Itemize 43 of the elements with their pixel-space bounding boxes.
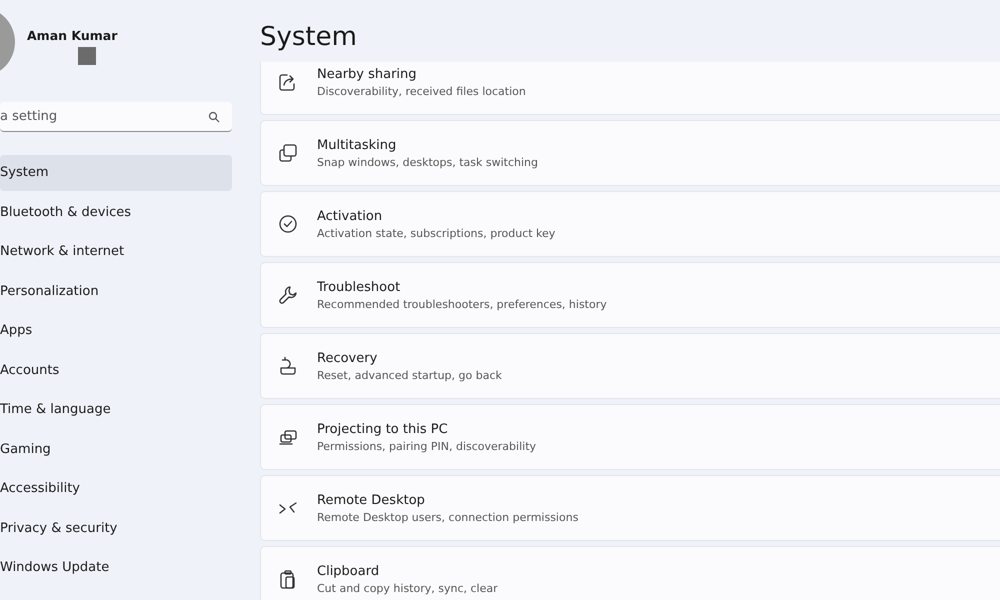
nav-item[interactable]: Time & language xyxy=(0,392,232,428)
setting-title: Remote Desktop xyxy=(317,492,426,508)
settings-card[interactable]: Remote Desktop Remote Desktop users, connection permissions xyxy=(260,475,1000,541)
setting-description: Reset, advanced startup, go back xyxy=(317,368,502,382)
nav-item[interactable]: Accessibility xyxy=(0,471,232,506)
search-icon xyxy=(208,111,220,123)
setting-description: Recommended troubleshooters, preferences, history xyxy=(317,298,607,310)
nav-item[interactable]: Privacy & security xyxy=(0,510,232,546)
setting-title: Multitasking xyxy=(317,138,398,152)
setting-description: Discoverability, received files location xyxy=(317,84,526,98)
nav-item[interactable]: Windows Update xyxy=(0,550,232,586)
setting-title: Activation xyxy=(317,208,384,224)
setting-description: Remote Desktop users, connection permissions xyxy=(317,510,578,524)
settings-card[interactable]: Clipboard Cut and copy history, sync, clear xyxy=(260,546,1000,600)
overlapping-windows-icon xyxy=(277,142,299,164)
settings-card[interactable]: Multitasking Snap windows, desktops, task switching xyxy=(260,120,1000,186)
settings-card[interactable]: Activation Activation state, subscriptions, product key xyxy=(260,191,1000,257)
nav-item[interactable]: Gaming xyxy=(0,432,232,467)
setting-title: Nearby sharing xyxy=(317,66,418,82)
setting-description: Cut and copy history, sync, clear xyxy=(317,582,498,594)
wrench-icon xyxy=(277,284,299,306)
search-field[interactable]: a setting xyxy=(0,102,232,132)
settings-card[interactable]: Troubleshoot Recommended troubleshooters, preferences, history xyxy=(260,262,1000,328)
user-name: Aman Kumar xyxy=(27,28,118,42)
nav-item[interactable]: Network & internet xyxy=(0,234,232,270)
setting-description: Activation state, subscriptions, product key xyxy=(317,226,556,240)
email-placeholder xyxy=(78,46,96,64)
settings-card[interactable]: Recovery Reset, advanced startup, go back xyxy=(260,333,1000,399)
setting-description: Permissions, pairing PIN, discoverability xyxy=(317,440,536,452)
checkmark-circle-icon xyxy=(277,213,299,235)
page-title: System xyxy=(260,21,358,54)
nav-item[interactable]: Personalization xyxy=(0,274,232,309)
setting-title: Recovery xyxy=(317,350,378,366)
settings-card[interactable]: Projecting to this PC Permissions, pairing PIN, discoverability xyxy=(260,404,1000,470)
settings-card[interactable]: Nearby sharing Discoverability, received files location xyxy=(260,62,1000,115)
nav-item[interactable]: Accounts xyxy=(0,352,232,388)
setting-title: Clipboard xyxy=(317,564,380,578)
setting-description: Snap windows, desktops, task switching xyxy=(317,156,538,168)
nav-item[interactable]: Apps xyxy=(0,313,232,348)
nav-item[interactable]: Bluetooth & devices xyxy=(0,194,232,230)
nav-item[interactable]: System xyxy=(0,155,232,190)
setting-title: Projecting to this PC xyxy=(317,422,449,436)
setting-title: Troubleshoot xyxy=(317,280,402,294)
